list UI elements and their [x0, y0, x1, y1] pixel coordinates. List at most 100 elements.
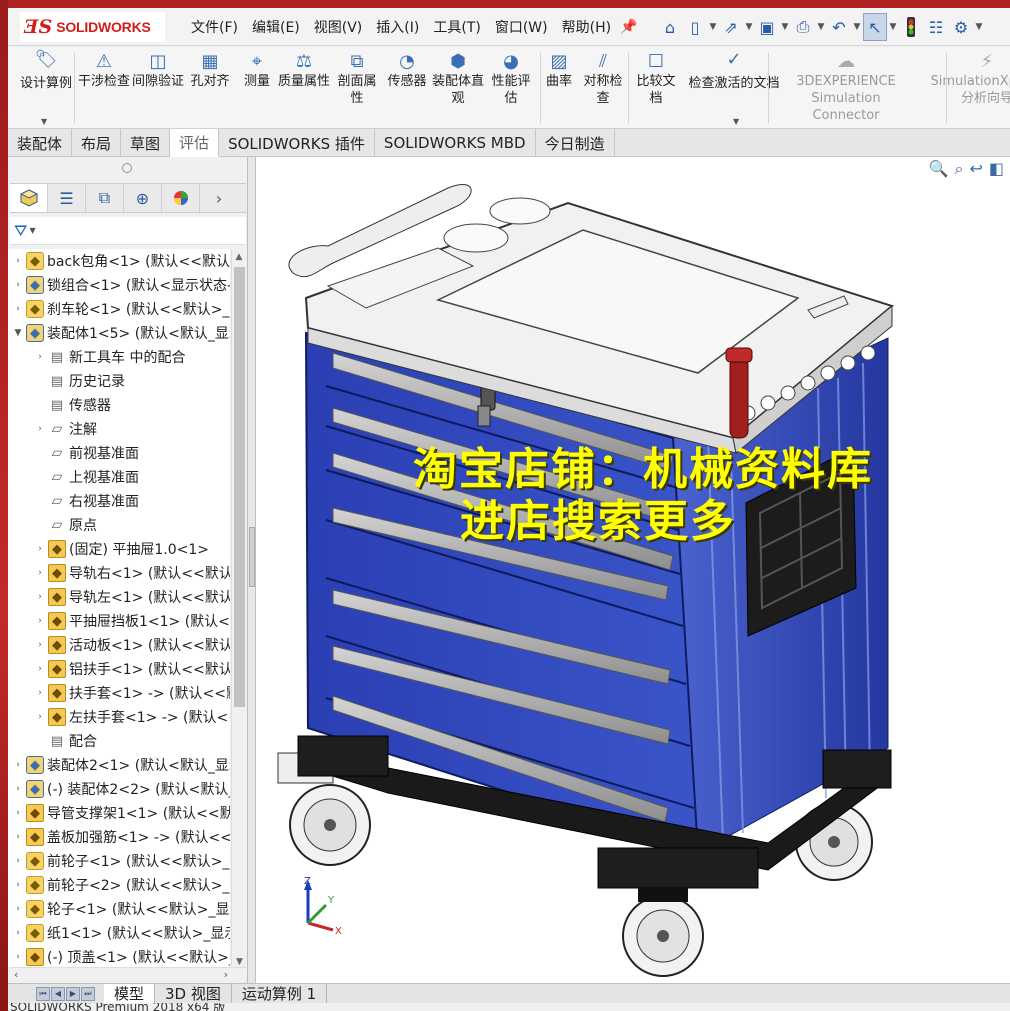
collapse-arrow-icon[interactable]: ▼: [12, 328, 24, 338]
panel-collapse-icon[interactable]: [122, 163, 132, 173]
tree-item[interactable]: ›◆导轨右<1> (默认<<默认>_显示状态 1>): [8, 561, 230, 585]
next-tab-icon[interactable]: ▶: [66, 986, 80, 1001]
tree-vertical-scrollbar[interactable]: ▲ ▼: [231, 249, 246, 967]
tree-item[interactable]: ›◆左扶手套<1> -> (默认<<默认>_显示状态 1>): [8, 705, 230, 729]
menu-item[interactable]: 插入(I): [369, 17, 426, 37]
tree-item[interactable]: › ▱ 注解: [8, 417, 230, 441]
tool-cart-model[interactable]: Z Y X: [256, 157, 1010, 983]
tree-item[interactable]: ›◆(-) 装配体2<2> (默认<默认_显示状态-1>): [8, 777, 230, 801]
scroll-left-icon[interactable]: ‹: [14, 968, 18, 981]
display-manager-tab-icon[interactable]: [162, 184, 200, 212]
tree-item[interactable]: ›◆纸1<1> (默认<<默认>_显示状态 1>): [8, 921, 230, 945]
expand-arrow-icon[interactable]: ›: [12, 256, 24, 266]
tree-item[interactable]: ›◆扶手套<1> -> (默认<<默认>_显示状态 1>): [8, 681, 230, 705]
scroll-up-icon[interactable]: ▲: [232, 249, 246, 265]
prev-tab-icon[interactable]: ◀: [51, 986, 65, 1001]
expand-arrow-icon[interactable]: ›: [12, 808, 24, 818]
expand-arrow-icon[interactable]: ›: [34, 592, 46, 602]
options-gear-icon[interactable]: ⚙: [949, 13, 973, 41]
configuration-manager-tab-icon[interactable]: ⧉: [86, 184, 124, 212]
tree-item[interactable]: ›◆前轮子<2> (默认<<默认>_显示状态 1>): [8, 873, 230, 897]
new-dropdown-icon[interactable]: ▼: [708, 13, 718, 41]
scroll-down-icon[interactable]: ▼: [232, 957, 247, 967]
tree-item[interactable]: ›◆盖板加强筋<1> -> (默认<<默认>_显示状态 1>): [8, 825, 230, 849]
interference-button[interactable]: ⚠ 干涉检查: [78, 51, 130, 90]
tree-horizontal-scrollbar[interactable]: ‹ ›: [10, 967, 246, 983]
print-icon[interactable]: ⎙: [791, 13, 815, 41]
expand-arrow-icon[interactable]: ›: [12, 928, 24, 938]
dimxpert-tab-icon[interactable]: ⊕: [124, 184, 162, 212]
simxpress-button[interactable]: ⚡SimulationXpress 分析向导: [931, 51, 1010, 107]
hole-align-button[interactable]: ▦ 孔对齐: [188, 51, 232, 90]
select-pointer-icon[interactable]: ↖: [863, 13, 887, 41]
expand-arrow-icon[interactable]: ›: [12, 304, 24, 314]
design-study-button[interactable]: 🏷 设计算例: [12, 49, 80, 92]
tree-item[interactable]: ›◆铝扶手<1> (默认<<默认>_显示状态 1>): [8, 657, 230, 681]
tab-2[interactable]: 草图: [121, 129, 171, 157]
menu-item[interactable]: 文件(F): [184, 17, 245, 37]
assembly-visualization-button[interactable]: ⬢ 装配体直观: [432, 51, 484, 107]
tree-item[interactable]: ›◆轮子<1> (默认<<默认>_显示状态 1>): [8, 897, 230, 921]
splitter-grip[interactable]: [249, 527, 255, 587]
tab-1[interactable]: 布局: [72, 129, 122, 157]
tree-item[interactable]: ›◆活动板<1> (默认<<默认>_显示状态 1>): [8, 633, 230, 657]
first-tab-icon[interactable]: ⏮: [36, 986, 50, 1001]
section-properties-button[interactable]: ⧉ 剖面属性: [332, 51, 382, 107]
tree-item[interactable]: ›◆back包角<1> (默认<<默认>_显示状态 1>): [8, 249, 230, 273]
rebuild-traffic-light-icon[interactable]: [899, 13, 923, 41]
tree-item[interactable]: ›◆导管支撑架1<1> (默认<<默认>_显示状态 1>): [8, 801, 230, 825]
select-dropdown-icon[interactable]: ▼: [888, 13, 898, 41]
tree-item[interactable]: ▱ 右视基准面: [8, 489, 230, 513]
expand-arrow-icon[interactable]: ›: [12, 784, 24, 794]
performance-button[interactable]: ◕ 性能评估: [486, 51, 536, 107]
symmetry-button[interactable]: ⫽ 对称检查: [580, 51, 626, 107]
pin-icon[interactable]: 📌: [620, 19, 637, 35]
tree-item[interactable]: ▱ 原点: [8, 513, 230, 537]
file-properties-icon[interactable]: ☷: [924, 13, 948, 41]
expand-arrow-icon[interactable]: ›: [12, 880, 24, 890]
expand-arrow-icon[interactable]: ›: [12, 280, 24, 290]
tree-item[interactable]: ›◆前轮子<1> (默认<<默认>_显示状态 1>): [8, 849, 230, 873]
menu-item[interactable]: 窗口(W): [488, 17, 555, 37]
options-dropdown-icon[interactable]: ▼: [974, 13, 984, 41]
open-icon[interactable]: ⇗: [719, 13, 743, 41]
tree-item[interactable]: ▱ 前视基准面: [8, 441, 230, 465]
property-manager-tab-icon[interactable]: ☰: [48, 184, 86, 212]
expand-arrow-icon[interactable]: ›: [34, 352, 46, 362]
expand-arrow-icon[interactable]: ›: [12, 952, 24, 962]
tree-item[interactable]: ▼◆装配体1<5> (默认<默认_显示状态-1>): [8, 321, 230, 345]
expand-arrow-icon[interactable]: ›: [34, 616, 46, 626]
home-icon[interactable]: ⌂: [658, 13, 682, 41]
expand-arrow-icon[interactable]: ›: [34, 424, 46, 434]
expand-arrow-icon[interactable]: ›: [12, 760, 24, 770]
undo-icon[interactable]: ↶: [827, 13, 851, 41]
tree-filter[interactable]: ⛛ ▼: [10, 217, 246, 245]
expand-arrow-icon[interactable]: ›: [34, 664, 46, 674]
expand-arrow-icon[interactable]: ›: [12, 904, 24, 914]
sensor-button[interactable]: ◔ 传感器: [384, 51, 430, 90]
mass-properties-button[interactable]: ⚖ 质量属性: [278, 51, 330, 90]
expand-arrow-icon[interactable]: ›: [12, 832, 24, 842]
expand-arrow-icon[interactable]: ›: [34, 640, 46, 650]
tree-item[interactable]: ›◆平抽屉挡板1<1> (默认<<默认>_显示状态 1>): [8, 609, 230, 633]
menu-item[interactable]: 帮助(H): [555, 17, 618, 37]
tree-item[interactable]: ▤ 历史记录: [8, 369, 230, 393]
tree-item[interactable]: ›◆锁组合<1> (默认<显示状态-1>): [8, 273, 230, 297]
solidworks-logo[interactable]: ƎS SOLIDWORKS: [20, 12, 165, 42]
clearance-button[interactable]: ◫ 间隙验证: [132, 51, 184, 90]
last-tab-icon[interactable]: ⏭: [81, 986, 95, 1001]
measure-button[interactable]: ⌖ 测量: [236, 51, 278, 90]
bottom-tab-1[interactable]: 3D 视图: [155, 983, 232, 1004]
tree-item[interactable]: ›◆刹车轮<1> (默认<<默认>_显示状态 1>): [8, 297, 230, 321]
bottom-tab-2[interactable]: 运动算例 1: [232, 983, 328, 1004]
expand-arrow-icon[interactable]: ›: [34, 712, 46, 722]
expand-arrow-icon[interactable]: ›: [34, 568, 46, 578]
tree-scroll-thumb[interactable]: [234, 267, 245, 707]
menu-item[interactable]: 工具(T): [426, 17, 487, 37]
scroll-right-icon[interactable]: ›: [224, 968, 228, 981]
curvature-button[interactable]: ▨ 曲率: [542, 51, 576, 90]
menu-item[interactable]: 编辑(E): [245, 17, 307, 37]
menu-item[interactable]: 视图(V): [307, 17, 370, 37]
graphics-area[interactable]: 🔍 ⌕ ↩ ◧ Z Y X 淘宝店铺：机械资料库 进店搜索更多: [256, 157, 1010, 983]
tab-5[interactable]: SOLIDWORKS MBD: [375, 129, 536, 157]
